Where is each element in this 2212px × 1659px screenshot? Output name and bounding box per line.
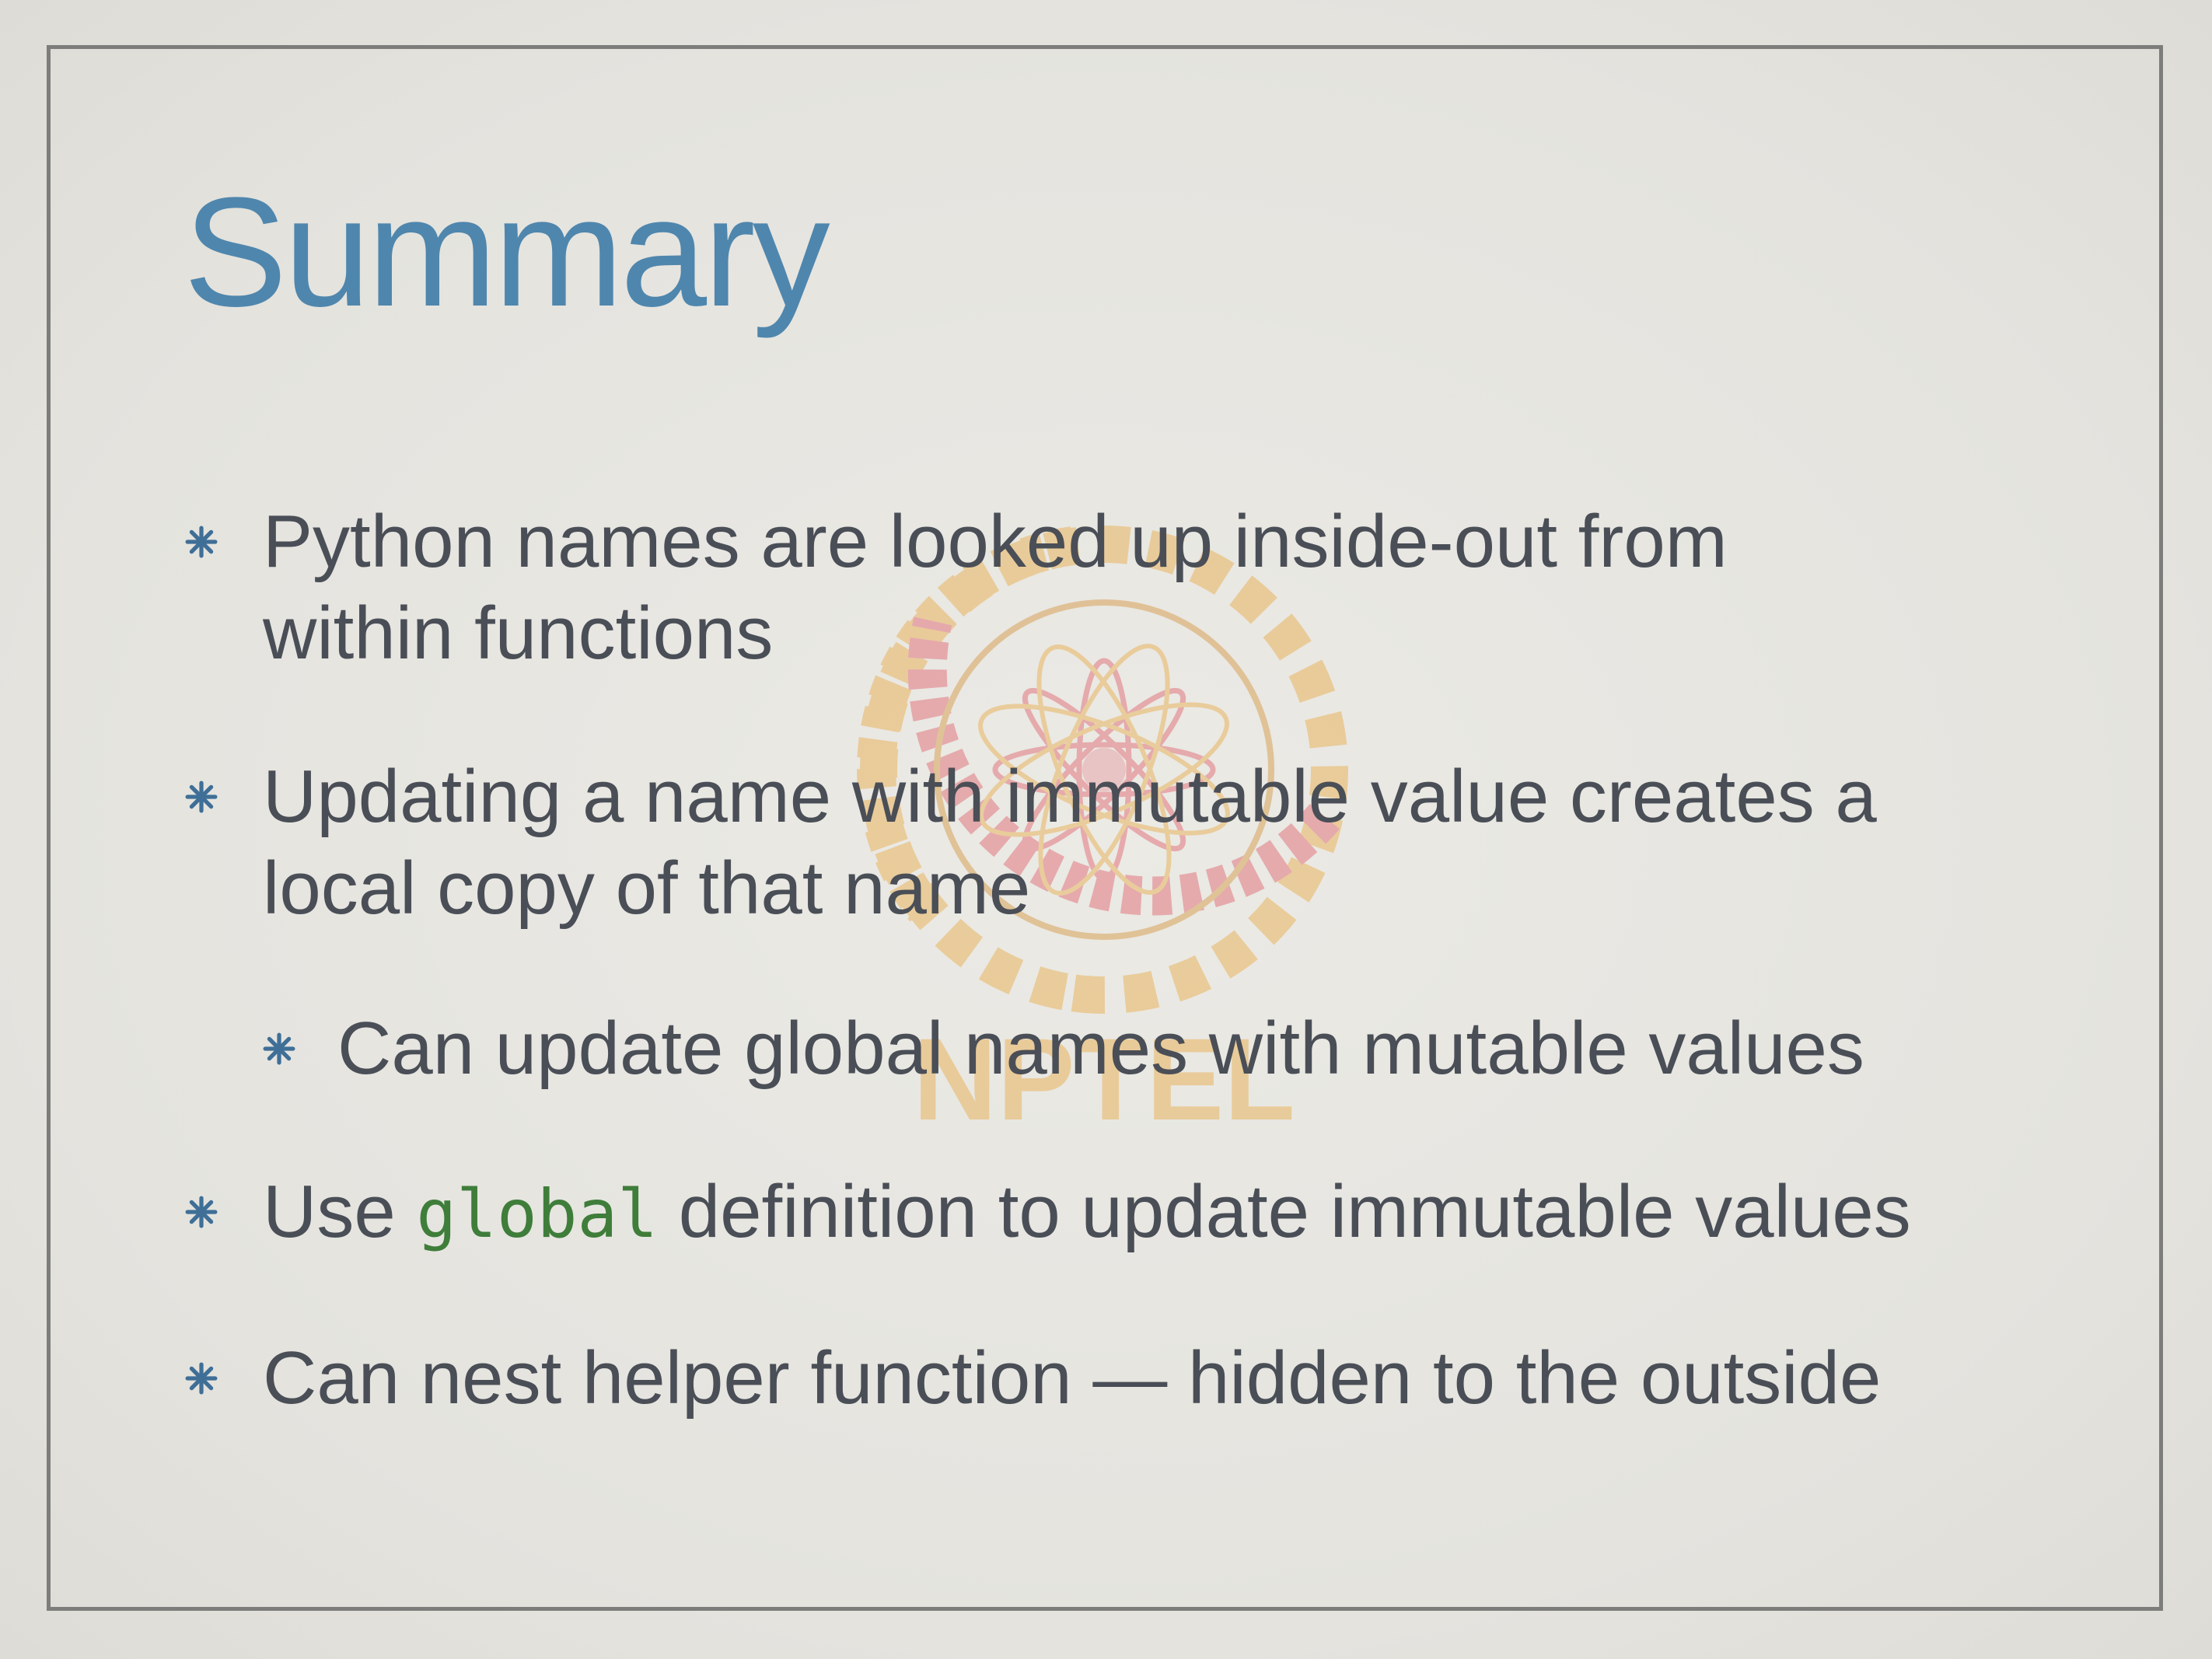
bullet-text: Updating a name with immutable value cre… [263, 755, 1877, 930]
asterisk-bullet-icon [185, 1362, 218, 1395]
sub-bullet-item: Can update global names with mutable val… [263, 1003, 1864, 1095]
asterisk-bullet-icon [185, 526, 218, 558]
bullet-text: Use global definition to update immutabl… [263, 1166, 1911, 1260]
bullet-item: Use global definition to update immutabl… [185, 1166, 1911, 1260]
asterisk-bullet-icon [185, 1196, 218, 1228]
bullet-item: Can nest helper function — hidden to the… [185, 1332, 1882, 1424]
code-keyword-global: global [416, 1175, 659, 1253]
bullet-text: Python names are looked up inside-out fr… [263, 500, 1728, 675]
bullet-text-before: Use [263, 1170, 417, 1253]
bullet-text: Can nest helper function — hidden to the… [263, 1336, 1882, 1420]
bullet-item: Updating a name with immutable value cre… [185, 751, 1877, 934]
asterisk-bullet-icon [185, 781, 218, 813]
slide: NPTEL Summary Python names are looked up… [0, 0, 2212, 1659]
bullet-item: Python names are looked up inside-out fr… [185, 496, 1728, 679]
bullet-text: Can update global names with mutable val… [337, 1007, 1864, 1090]
asterisk-bullet-icon [263, 1032, 295, 1065]
slide-title: Summary [183, 166, 830, 339]
bullet-text-after: definition to update immutable values [658, 1170, 1911, 1253]
